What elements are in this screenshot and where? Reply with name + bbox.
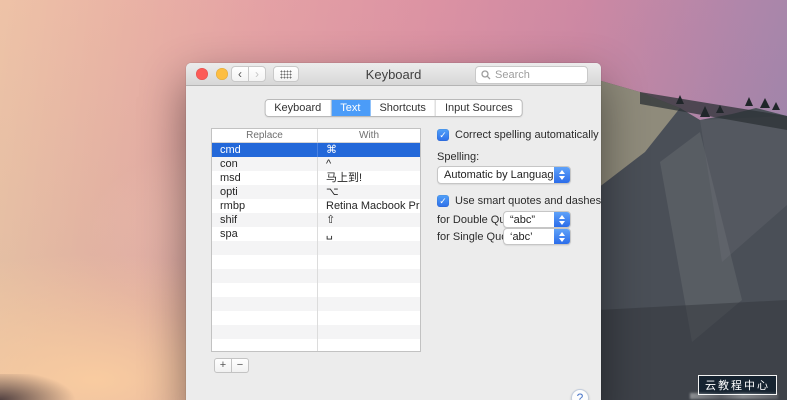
single-quotes-value: ‘abc’ [504,231,554,243]
smart-quotes-label: Use smart quotes and dashes [455,195,601,207]
titlebar[interactable]: ‹ › Keyboard Search [186,63,601,86]
table-body: cmd⌘con^msd马上到!opti⌥rmbpRetina Macbook P… [212,143,420,352]
cell-with [318,297,420,311]
cell-replace: msd [212,171,318,185]
cell-replace [212,283,318,297]
smart-quotes-row: ✓ Use smart quotes and dashes [437,195,601,207]
column-header-with[interactable]: With [318,129,420,142]
table-row-empty[interactable] [212,241,420,255]
single-quotes-dropdown[interactable]: ‘abc’ [503,228,571,245]
watermark-subtext-blur [690,393,778,399]
search-placeholder: Search [495,69,530,81]
cell-with [318,241,420,255]
table-row-empty[interactable] [212,297,420,311]
table-row[interactable]: spa␣ [212,227,420,241]
remove-button[interactable]: − [231,358,249,373]
stepper-icon [554,212,570,227]
cell-replace: spa [212,227,318,241]
table-row[interactable]: con^ [212,157,420,171]
replacements-table[interactable]: Replace With cmd⌘con^msd马上到!opti⌥rmbpRet… [211,128,421,352]
tab-input-sources[interactable]: Input Sources [436,100,522,116]
cell-replace [212,255,318,269]
cell-replace: con [212,157,318,171]
table-row[interactable]: msd马上到! [212,171,420,185]
table-row-empty[interactable] [212,325,420,339]
search-icon [481,70,491,80]
spelling-dropdown-value: Automatic by Language [438,169,554,181]
cell-replace: shif [212,213,318,227]
double-quotes-dropdown[interactable]: “abc” [503,211,571,228]
search-input[interactable]: Search [475,66,588,84]
table-header[interactable]: Replace With [212,129,420,143]
table-row[interactable]: shif⇧ [212,213,420,227]
table-row[interactable]: rmbpRetina Macbook Pro [212,199,420,213]
cell-with: ⌘ [318,143,420,157]
double-quotes-value: “abc” [504,214,554,226]
add-button[interactable]: + [214,358,232,373]
cell-with [318,255,420,269]
help-button[interactable]: ? [571,389,589,400]
cell-with: ␣ [318,227,420,241]
table-row[interactable]: opti⌥ [212,185,420,199]
table-row-empty[interactable] [212,339,420,352]
stepper-icon [554,167,570,183]
column-header-replace[interactable]: Replace [212,129,318,142]
tab-text[interactable]: Text [331,100,370,116]
smart-quotes-checkbox[interactable]: ✓ [437,195,449,207]
cell-with: 马上到! [318,171,420,185]
desktop: ‹ › Keyboard Search KeyboardTextShortcut… [0,0,787,400]
cell-replace [212,325,318,339]
table-row[interactable]: cmd⌘ [212,143,420,157]
stepper-icon [554,229,570,244]
list-controls: + − [214,358,249,373]
cell-with [318,325,420,339]
cell-with: ⌥ [318,185,420,199]
cell-replace: cmd [212,143,318,157]
cell-replace [212,241,318,255]
cell-with: ⇧ [318,213,420,227]
tab-bar: KeyboardTextShortcutsInput Sources [264,99,523,117]
cell-with [318,269,420,283]
cell-replace [212,311,318,325]
table-row-empty[interactable] [212,255,420,269]
cell-replace [212,339,318,352]
table-row-empty[interactable] [212,283,420,297]
correct-spelling-row: ✓ Correct spelling automatically [437,129,599,141]
tab-keyboard[interactable]: Keyboard [265,100,331,116]
cell-replace: opti [212,185,318,199]
spelling-dropdown[interactable]: Automatic by Language [437,166,571,184]
cell-replace [212,269,318,283]
cell-with: Retina Macbook Pro [318,199,420,213]
correct-spelling-checkbox[interactable]: ✓ [437,129,449,141]
table-row-empty[interactable] [212,311,420,325]
cell-replace [212,297,318,311]
cell-replace: rmbp [212,199,318,213]
tab-shortcuts[interactable]: Shortcuts [370,100,435,116]
watermark-badge: 云教程中心 [698,375,777,395]
keyboard-preferences-window: ‹ › Keyboard Search KeyboardTextShortcut… [186,63,601,400]
foreground-silhouette [0,374,90,400]
spelling-section-label: Spelling: [437,151,479,163]
correct-spelling-label: Correct spelling automatically [455,129,599,141]
table-row-empty[interactable] [212,269,420,283]
cell-with [318,311,420,325]
cell-with: ^ [318,157,420,171]
cell-with [318,283,420,297]
cell-with [318,339,420,352]
